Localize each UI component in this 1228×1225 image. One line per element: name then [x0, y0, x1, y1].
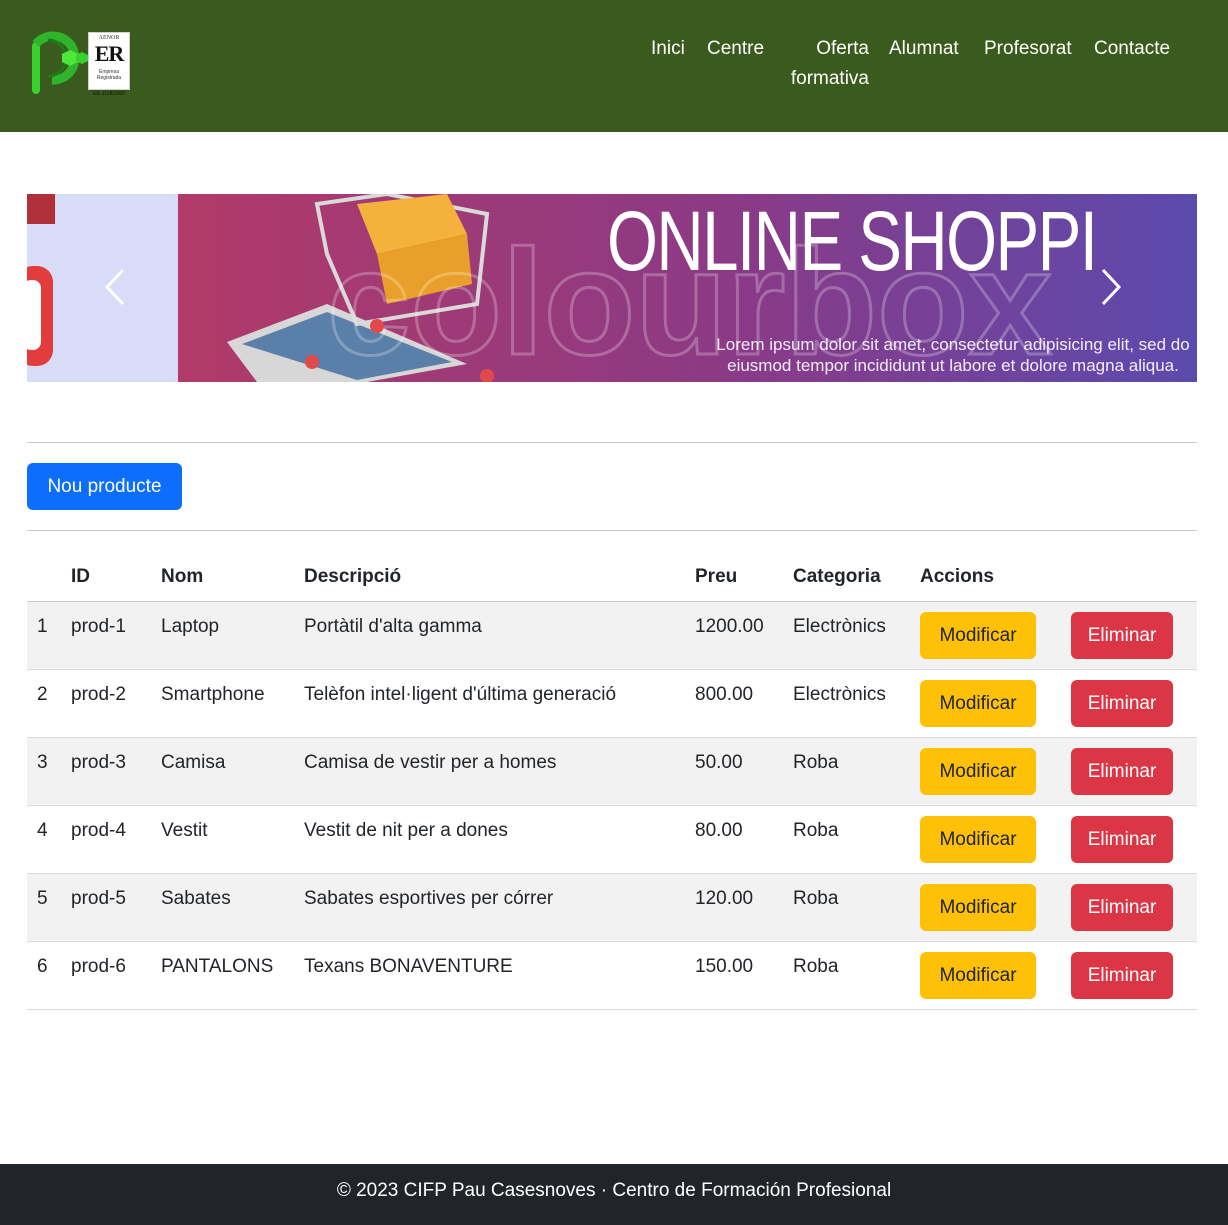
carousel-prev-button[interactable] — [97, 262, 137, 312]
row-name: Sabates — [161, 888, 231, 909]
aenor-mark: ER — [94, 41, 125, 66]
divider-top — [27, 442, 1197, 443]
row-index: 4 — [37, 820, 48, 841]
table-row: 4 prod-4 Vestit Vestit de nit per a done… — [27, 806, 1197, 874]
nav-oferta-line2: formativa — [790, 68, 869, 89]
row-index: 1 — [37, 616, 48, 637]
row-name: PANTALONS — [161, 956, 274, 977]
nav-inici[interactable]: Inici — [651, 34, 685, 64]
aenor-code: ER-1128/2000 — [89, 91, 129, 97]
row-id: prod-3 — [71, 752, 126, 773]
nav-oferta-line1: Oferta — [816, 38, 869, 59]
chevron-left-icon — [104, 268, 125, 306]
header-id: ID — [71, 566, 90, 587]
delete-button[interactable]: Eliminar — [1071, 816, 1173, 863]
aenor-subtitle: Empresa Registrada — [89, 69, 129, 81]
row-name: Smartphone — [161, 684, 265, 705]
edit-button[interactable]: Modificar — [920, 816, 1036, 863]
header-price: Preu — [695, 566, 738, 587]
row-name: Vestit — [161, 820, 208, 841]
row-price: 50.00 — [695, 752, 743, 773]
delete-button[interactable]: Eliminar — [1071, 884, 1173, 931]
aenor-sub2: Registrada — [96, 75, 122, 81]
row-index: 3 — [37, 752, 48, 773]
row-category: Electrònics — [793, 684, 886, 705]
edit-button[interactable]: Modificar — [920, 884, 1036, 931]
table-row: 6 prod-6 PANTALONS Texans BONAVENTURE 15… — [27, 942, 1197, 1010]
nav-contacte[interactable]: Contacte — [1094, 34, 1170, 64]
header-name: Nom — [161, 566, 204, 587]
row-description: Telèfon intel·ligent d'última generació — [304, 684, 617, 705]
row-price: 80.00 — [695, 820, 743, 841]
table-row: 3 prod-3 Camisa Camisa de vestir per a h… — [27, 738, 1197, 806]
nav-alumnat[interactable]: Alumnat — [889, 34, 959, 64]
row-price: 800.00 — [695, 684, 754, 705]
school-logo-icon — [32, 31, 88, 94]
row-category: Roba — [793, 752, 839, 773]
table-row: 1 prod-1 Laptop Portàtil d'alta gamma 12… — [27, 602, 1197, 670]
edit-button[interactable]: Modificar — [920, 680, 1036, 727]
row-price: 120.00 — [695, 888, 754, 909]
carousel-next-button[interactable] — [1089, 262, 1129, 312]
banner-title: ONLINE SHOPPI — [607, 194, 1098, 288]
site-logo[interactable]: AENOR ER Empresa Registrada ER-1128/2000 — [28, 30, 132, 97]
table-row: 2 prod-2 Smartphone Telèfon intel·ligent… — [27, 670, 1197, 738]
edit-button[interactable]: Modificar — [920, 612, 1036, 659]
table-row: 5 prod-5 Sabates Sabates esportives per … — [27, 874, 1197, 942]
image-carousel: colourbox ONLINE SHOPPI Lorem ipsum dolo… — [27, 194, 1197, 382]
site-footer: © 2023 CIFP Pau Casesnoves · Centro de F… — [0, 1164, 1228, 1225]
aenor-certification-badge: AENOR ER Empresa Registrada ER-1128/2000 — [88, 32, 130, 97]
divider-bottom — [27, 530, 1197, 531]
row-name: Laptop — [161, 616, 220, 637]
row-price: 1200.00 — [695, 616, 764, 637]
row-description: Portàtil d'alta gamma — [304, 616, 482, 637]
row-id: prod-2 — [71, 684, 126, 705]
banner-caption: Lorem ipsum dolor sit amet, consectetur … — [703, 334, 1197, 376]
nav-oferta-formativa[interactable]: Oferta formativa — [784, 34, 869, 94]
nav-centre[interactable]: Centre — [707, 34, 764, 64]
row-category: Roba — [793, 820, 839, 841]
banner-caption-line2: eiusmod tempor incididunt ut labore et d… — [727, 356, 1179, 375]
row-category: Roba — [793, 956, 839, 977]
delete-button[interactable]: Eliminar — [1071, 748, 1173, 795]
delete-button[interactable]: Eliminar — [1071, 952, 1173, 999]
row-index: 2 — [37, 684, 48, 705]
row-id: prod-6 — [71, 956, 126, 977]
row-description: Sabates esportives per córrer — [304, 888, 554, 909]
row-index: 5 — [37, 888, 48, 909]
header-description: Descripció — [304, 566, 402, 587]
row-price: 150.00 — [695, 956, 754, 977]
row-name: Camisa — [161, 752, 226, 773]
edit-button[interactable]: Modificar — [920, 748, 1036, 795]
header-category: Categoria — [793, 566, 881, 587]
row-id: prod-5 — [71, 888, 126, 909]
site-header: AENOR ER Empresa Registrada ER-1128/2000… — [0, 0, 1228, 132]
delete-button[interactable]: Eliminar — [1071, 680, 1173, 727]
row-description: Camisa de vestir per a homes — [304, 752, 557, 773]
nav-profesorat[interactable]: Profesorat — [984, 34, 1072, 64]
row-id: prod-1 — [71, 616, 126, 637]
new-product-button[interactable]: Nou producte — [27, 463, 182, 510]
banner-caption-line1: Lorem ipsum dolor sit amet, consectetur … — [716, 335, 1190, 354]
footer-copyright: © 2023 CIFP Pau Casesnoves · Centro de F… — [336, 1180, 892, 1201]
row-index: 6 — [37, 956, 48, 977]
chevron-right-icon — [1101, 268, 1122, 306]
row-description: Texans BONAVENTURE — [304, 956, 513, 977]
row-category: Electrònics — [793, 616, 886, 637]
delete-button[interactable]: Eliminar — [1071, 612, 1173, 659]
edit-button[interactable]: Modificar — [920, 952, 1036, 999]
row-id: prod-4 — [71, 820, 126, 841]
row-category: Roba — [793, 888, 839, 909]
header-actions: Accions — [920, 566, 994, 587]
row-description: Vestit de nit per a dones — [304, 820, 508, 841]
